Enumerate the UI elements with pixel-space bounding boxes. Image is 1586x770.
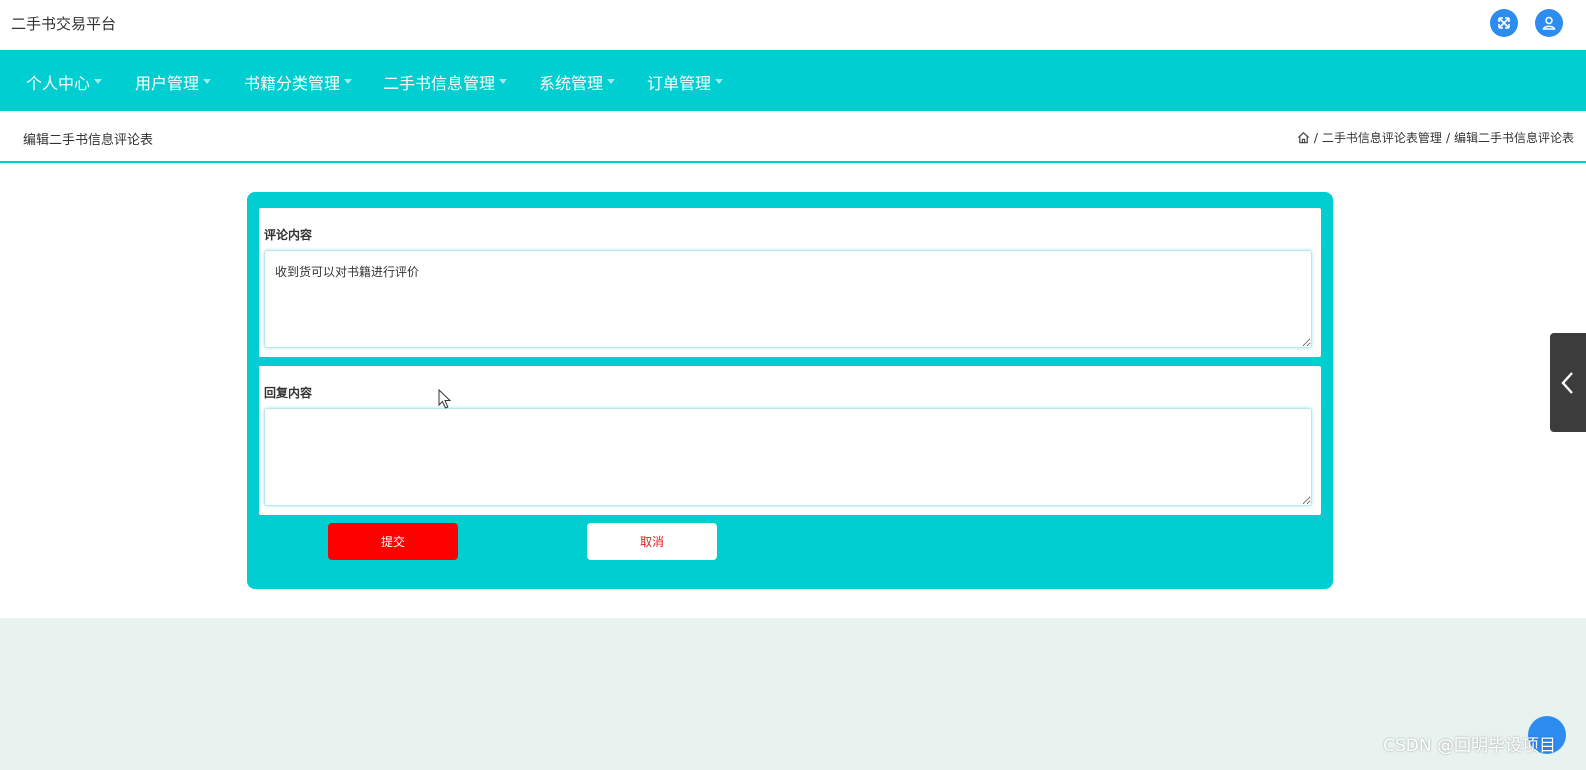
nav-item-order-management[interactable]: 订单管理	[647, 70, 724, 94]
comment-field: 评论内容 收到货可以对书籍进行评价	[259, 208, 1321, 357]
user-button[interactable]	[1535, 9, 1563, 37]
breadcrumb-bar: 编辑二手书信息评论表 / 二手书信息评论表管理 / 编辑二手书信息评论表	[0, 111, 1586, 163]
nav-item-label: 用户管理	[135, 74, 200, 93]
nav-item-label: 书籍分类管理	[244, 74, 341, 93]
watermark: CSDN @回明毕设项目	[1383, 736, 1556, 756]
reply-field: 回复内容	[259, 366, 1321, 515]
nav-item-system-management[interactable]: 系统管理	[539, 70, 616, 94]
submit-button[interactable]: 提交	[328, 523, 458, 560]
fullscreen-button[interactable]	[1490, 9, 1518, 37]
caret-down-icon	[203, 79, 212, 84]
nav-item-personal-center[interactable]: 个人中心	[26, 70, 103, 94]
nav-item-user-management[interactable]: 用户管理	[135, 70, 212, 94]
cancel-button[interactable]: 取消	[587, 523, 717, 560]
caret-down-icon	[344, 79, 353, 84]
nav-item-book-info-management[interactable]: 二手书信息管理	[383, 70, 508, 94]
nav-item-category-management[interactable]: 书籍分类管理	[244, 70, 353, 94]
caret-down-icon	[499, 79, 508, 84]
comment-label: 评论内容	[264, 228, 313, 242]
top-bar: 二手书交易平台	[0, 0, 1586, 50]
home-icon[interactable]	[1297, 131, 1310, 144]
main-nav: 个人中心 用户管理 书籍分类管理 二手书信息管理 系统管理 订单管理	[0, 50, 1586, 111]
nav-item-label: 系统管理	[539, 74, 604, 93]
expand-arrows-icon	[1498, 17, 1510, 29]
page-title: 编辑二手书信息评论表	[23, 133, 154, 148]
app-title: 二手书交易平台	[11, 15, 117, 33]
breadcrumb: / 二手书信息评论表管理 / 编辑二手书信息评论表	[1297, 129, 1574, 146]
breadcrumb-link-comment-management[interactable]: 二手书信息评论表管理	[1322, 129, 1442, 146]
breadcrumb-current: 编辑二手书信息评论表	[1453, 131, 1574, 145]
reply-textarea[interactable]	[264, 408, 1312, 506]
nav-item-label: 个人中心	[26, 74, 91, 93]
caret-down-icon	[94, 79, 103, 84]
side-panel-toggle[interactable]	[1550, 333, 1586, 432]
breadcrumb-separator: /	[1313, 130, 1318, 145]
user-icon	[1542, 16, 1556, 30]
caret-down-icon	[607, 79, 616, 84]
edit-form: 评论内容 收到货可以对书籍进行评价 回复内容 提交 取消	[247, 192, 1333, 589]
mouse-cursor-icon	[438, 389, 452, 409]
chevron-left-icon	[1561, 371, 1573, 394]
reply-label: 回复内容	[264, 386, 313, 400]
comment-textarea[interactable]: 收到货可以对书籍进行评价	[264, 250, 1312, 348]
nav-item-label: 二手书信息管理	[383, 74, 496, 93]
nav-item-label: 订单管理	[647, 74, 712, 93]
caret-down-icon	[715, 79, 724, 84]
breadcrumb-separator: /	[1445, 130, 1450, 145]
